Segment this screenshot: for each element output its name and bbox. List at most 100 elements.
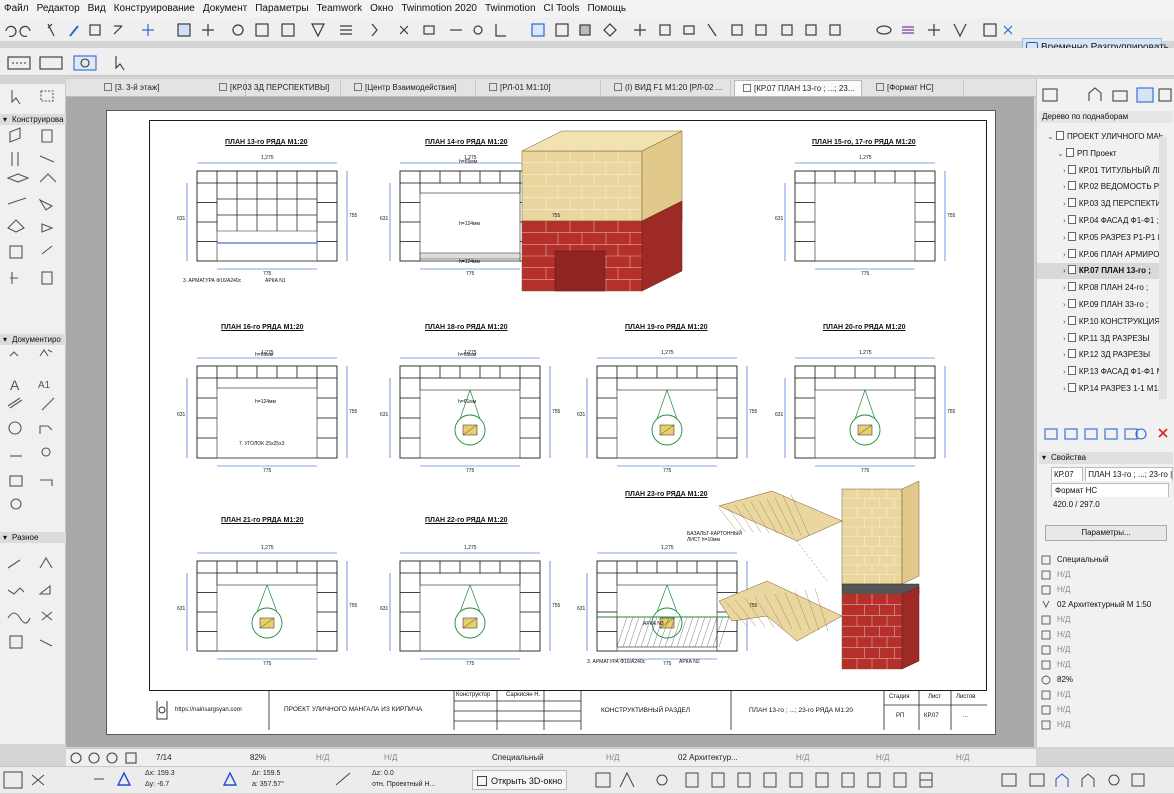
brick [316,417,338,439]
toolbox-group-document[interactable]: Документиро [0,334,66,345]
brick [399,365,421,379]
brick [316,437,338,459]
prop-format[interactable]: Формат НС [1039,483,1173,497]
layer-icon [232,24,244,36]
coord-reference[interactable]: отн. Проектный Н... [372,781,435,788]
navigator-item[interactable]: › КР.09 ПЛАН 33-го ; [1037,297,1163,313]
menu-item-2[interactable]: Вид [84,0,110,18]
dim-width: 1,275 [859,350,872,356]
marquee-icon [281,23,295,37]
navigator-mode[interactable]: Дерево по поднаборам [1039,111,1173,123]
navigator-item[interactable]: › КР.12 3Д РАЗРЕЗЫ [1037,347,1163,363]
layout-icon [1067,315,1076,325]
navigator-item[interactable]: ⌄ ПРОЕКТ УЛИЧНОГО МАН [1037,129,1163,145]
coord-dx[interactable]: Δx: 159.3 [145,770,175,777]
status-rotation[interactable]: Н/Д [316,749,329,767]
tb-site[interactable]: https://nairisargsyan.com [175,707,242,713]
brick [794,202,816,223]
circle-icon [473,25,483,35]
menu-item-0[interactable]: Файл [0,0,33,18]
brick [236,170,258,184]
navigator-actions[interactable] [1037,425,1174,445]
navigator-item[interactable]: › КР.05 РАЗРЕЗ Р1-Р1 М [1037,230,1163,246]
chevron-right-icon[interactable]: ⌄ [1057,149,1066,158]
layout-icon [1067,231,1076,241]
menu-item-10[interactable]: CI Tools [540,0,584,18]
toolbox-group-more[interactable]: Разное [0,532,66,543]
chevron-right-icon[interactable]: ⌄ [1047,132,1056,141]
toolbox-group-design[interactable]: Конструирова [0,114,66,125]
brick [596,437,618,459]
menu-item-4[interactable]: Документ [199,0,251,18]
navigator-toolbar[interactable] [1037,79,1174,111]
menu-item-5[interactable]: Параметры [251,0,312,18]
status-special[interactable]: Специальный [492,749,544,767]
open-3d-button[interactable]: Открыть 3D-окно [472,770,568,790]
menu-item-9[interactable]: Twinmotion [481,0,540,18]
prop-special[interactable]: Специальный [1039,553,1173,567]
navigator-scrollbar[interactable] [1159,137,1167,399]
properties-header[interactable]: Свойства [1039,452,1173,464]
info-toolbar-icons[interactable] [0,48,140,76]
tab-5[interactable]: [КР.07 ПЛАН 13-го ; ...; 23... [734,80,862,96]
tab-3[interactable]: [РЛ-01 М1:10] [481,80,601,96]
navigator-item[interactable]: ⌄ РП Проект [1037,146,1163,162]
list-view-icon [867,772,881,788]
coord-dr[interactable]: Δr: 159.5 [252,770,280,777]
navigator-item[interactable]: › КР.07 ПЛАН 13-го ; [1037,263,1163,280]
section-view-icon [711,772,725,788]
stair-tool-icon [7,197,27,205]
prop-zoom[interactable]: 82% [1039,673,1173,687]
brick [596,631,618,652]
tb-sheet-no: КР.07 [924,713,939,719]
toolbar-icons[interactable] [0,18,1020,42]
navigator-item[interactable]: › КР.01 ТИТУЛЬНЫЙ ЛИ [1037,163,1163,179]
shell-tool-icon [7,219,25,233]
navigator-item[interactable]: › КР.02 ВЕДОМОСТЬ РА [1037,179,1163,195]
coord-dz[interactable]: Δz: 0.0 [372,770,394,777]
coord-dy[interactable]: Δy: -6.7 [145,781,169,788]
zoom-controls[interactable] [66,749,146,767]
view-icons[interactable] [590,767,1150,794]
layout-canvas[interactable]: ПЛАН 13-го РЯДА М1:20 ПЛАН 14-го РЯДА М1:… [66,97,1034,747]
tb-project: ПРОЕКТ УЛИЧНОГО МАНГАЛА ИЗ КИРПИЧА [284,706,423,713]
tab-6[interactable]: [Формат НС] [868,80,964,96]
plans-svg[interactable] [107,111,997,736]
model-view-icon [1041,615,1051,625]
menu-item-7[interactable]: Окно [366,0,397,18]
renovation-icon [983,23,997,37]
navigator-item[interactable]: › КР.10 КОНСТРУКЦИЯ [1037,314,1163,330]
parameters-button[interactable]: Параметры... [1045,525,1167,541]
status-arch[interactable]: 02 Архитектур... [678,749,738,767]
zoom-in-icon [88,752,100,764]
navigator-item[interactable]: › КР.11 3Д РАЗРЕЗЫ [1037,331,1163,347]
menu-item-6[interactable]: Teamwork [313,0,367,18]
prop-id-name[interactable]: КР.07 ПЛАН 13-го ; ...; 23-го | [1039,467,1173,481]
plan-title-4: ПЛАН 18-го РЯДА М1:20 [425,324,508,331]
angle-icon [335,772,351,786]
navigator-item[interactable]: › КР.06 ПЛАН АРМИРО [1037,247,1163,263]
navigator-item[interactable]: › КР.08 ПЛАН 24-го ; [1037,280,1163,296]
navigator-item[interactable]: › КР.14 РАЗРЕЗ 1-1 М1: [1037,381,1163,397]
dim-inner: 775 [263,271,272,277]
coord-angle[interactable]: a: 357.57° [252,781,284,788]
navigator-item[interactable]: › КР.13 ФАСАД Ф1-Ф1 М [1037,364,1163,380]
tab-1[interactable]: [КР.03 3Д ПЕРСПЕКТИВЫ] [211,80,341,96]
brick [854,170,876,184]
menu-item-3[interactable]: Конструирование [110,0,199,18]
page-indicator[interactable]: 7/14 [156,749,172,767]
tab-view-icon [743,84,751,92]
tab-2[interactable]: [Центр Взаимодействия] [346,80,476,96]
navigator-item[interactable]: › КР.04 ФАСАД Ф1-Ф1 ; [1037,213,1163,229]
navigator-item[interactable]: › КР.03 3Д ПЕРСПЕКТИ [1037,196,1163,212]
menu-item-11[interactable]: Помощь [583,0,630,18]
status-nd-2: Н/Д [384,753,398,762]
status-zoom[interactable]: 82% [250,749,266,767]
tab-4[interactable]: (I) ВИД F1 М1:20 [РЛ-02 ... [606,80,731,96]
toolbox-icons[interactable]: A A1 [0,84,66,744]
prop-layer[interactable]: 02 Архитектурный М 1:50 [1039,598,1173,612]
brick [419,560,441,574]
menu-item-8[interactable]: Twinmotion 2020 [397,0,481,18]
detail-view-icon [815,772,829,788]
menu-item-1[interactable]: Редактор [33,0,84,18]
